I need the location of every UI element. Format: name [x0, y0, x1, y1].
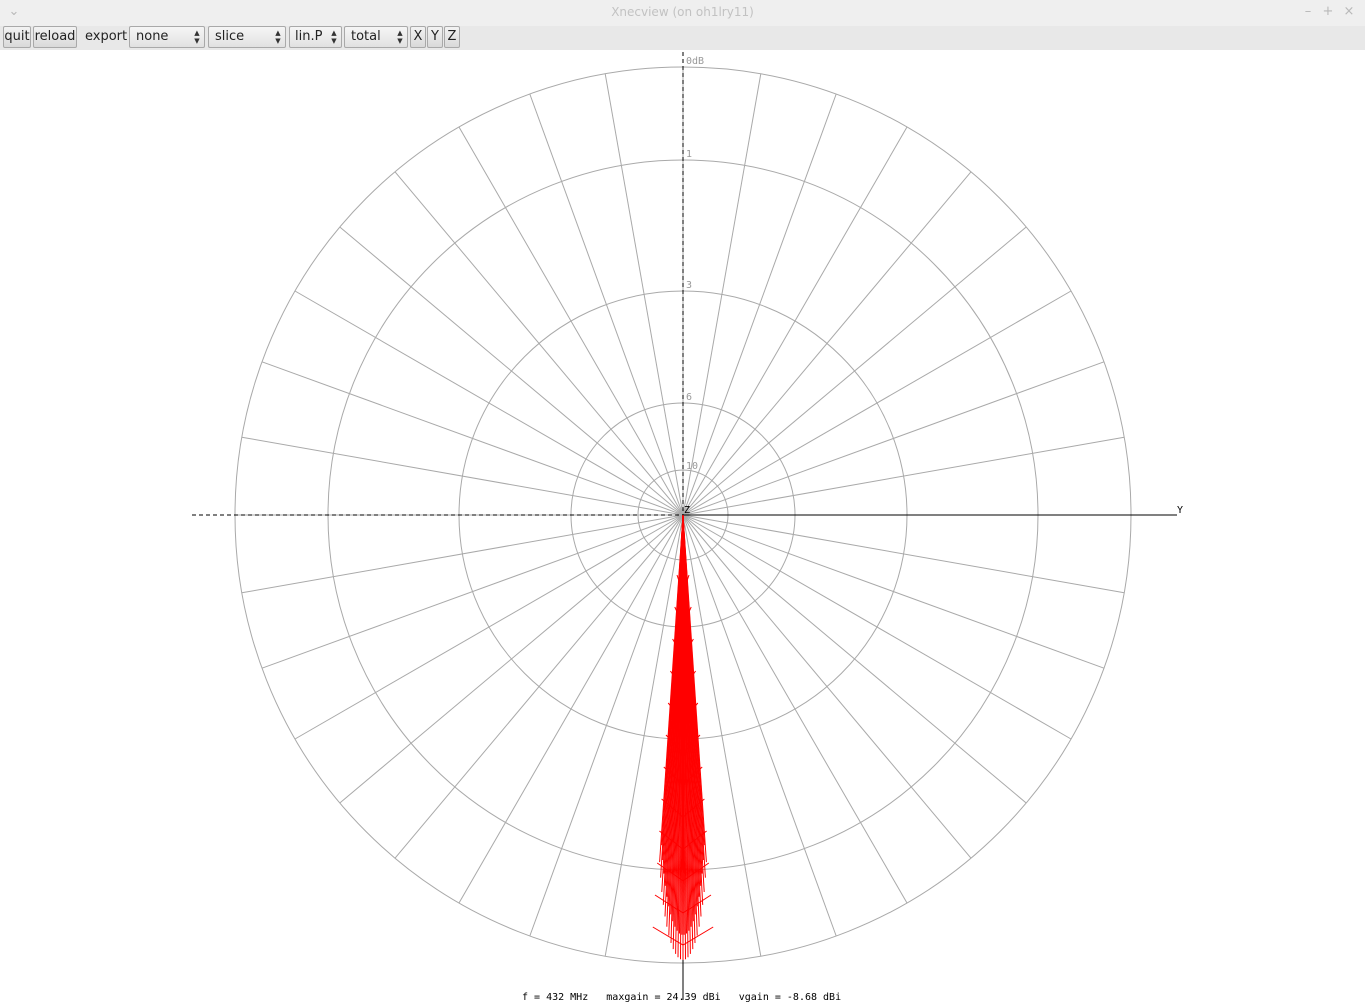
grid-spoke	[682, 226, 1027, 516]
grid-spoke	[682, 514, 1072, 740]
close-icon[interactable]: ×	[1341, 4, 1357, 19]
ring-label-10: 10	[686, 461, 698, 472]
toolbar: quit reload export none ▲ ▼ slice ▲ ▼ lin.…	[0, 26, 1365, 50]
grid-spoke	[394, 171, 684, 516]
view-z-button[interactable]: Z	[444, 26, 460, 48]
ring-label-6: 6	[686, 392, 692, 403]
axis-label-z: Z	[684, 505, 690, 516]
ring-label-1: 1	[686, 149, 692, 160]
grid-spoke	[682, 514, 908, 904]
grid-spoke	[682, 93, 837, 516]
ring-label-0db: 0dB	[686, 56, 704, 67]
ring-label-3: 3	[686, 280, 692, 291]
grid-spoke	[294, 514, 684, 740]
grid-spoke	[458, 514, 684, 904]
grid-spoke	[241, 514, 684, 594]
grid-spoke	[294, 290, 684, 516]
spin-arrows-icon[interactable]: ▲ ▼	[393, 27, 407, 47]
axis-label-y: Y	[1177, 505, 1183, 516]
quit-button[interactable]: quit	[3, 26, 31, 48]
grid-spoke	[682, 514, 1105, 669]
grid-spoke	[529, 93, 684, 516]
grid-spoke	[682, 73, 762, 516]
grid-spoke	[682, 126, 908, 516]
grid-spoke	[604, 73, 684, 516]
view-x-button[interactable]: X	[410, 26, 426, 48]
window-titlebar: ⌄ Xnecview (on oh1lry11) – + ×	[0, 0, 1365, 27]
grid-spoke	[458, 126, 684, 516]
export-format-value: none	[136, 29, 169, 44]
spin-arrows-icon[interactable]: ▲ ▼	[271, 27, 285, 47]
spin-arrows-icon[interactable]: ▲ ▼	[190, 27, 204, 47]
polarization-value: total	[351, 29, 381, 44]
view-mode-value: slice	[215, 29, 245, 44]
grid-spoke	[682, 290, 1072, 516]
scale-select[interactable]: lin.P ▲ ▼	[289, 26, 342, 48]
grid-spoke	[682, 361, 1105, 516]
minimize-icon[interactable]: –	[1300, 4, 1316, 19]
polarization-select[interactable]: total ▲ ▼	[344, 26, 408, 48]
grid-spoke	[339, 514, 684, 804]
reload-button[interactable]: reload	[33, 26, 77, 48]
window-title: Xnecview (on oh1lry11)	[611, 5, 754, 19]
grid-spoke	[261, 514, 684, 669]
scale-value: lin.P	[295, 29, 323, 44]
grid-spoke	[261, 361, 684, 516]
maximize-icon[interactable]: +	[1320, 4, 1336, 19]
grid-spoke	[682, 171, 972, 516]
status-line: f = 432 MHz maxgain = 24.39 dBi vgain = …	[522, 992, 841, 1003]
grid-spoke	[682, 514, 1125, 594]
spin-arrows-icon[interactable]: ▲ ▼	[327, 27, 341, 47]
view-y-button[interactable]: Y	[427, 26, 443, 48]
grid-spoke	[394, 514, 684, 859]
grid-spoke	[339, 226, 684, 516]
export-format-select[interactable]: none ▲ ▼	[129, 26, 205, 48]
view-mode-select[interactable]: slice ▲ ▼	[208, 26, 286, 48]
export-label: export	[85, 29, 128, 44]
grid-spoke	[682, 514, 1027, 804]
grid-spoke	[682, 436, 1125, 516]
grid-spoke	[241, 436, 684, 516]
grid-spoke	[682, 514, 972, 859]
grid-spoke	[682, 514, 837, 937]
grid-spoke	[529, 514, 684, 937]
radiation-pattern-plot[interactable]: 0dB 1 3 6 10 Y Z f = 432 MHz maxgain = 2…	[0, 50, 1365, 1003]
